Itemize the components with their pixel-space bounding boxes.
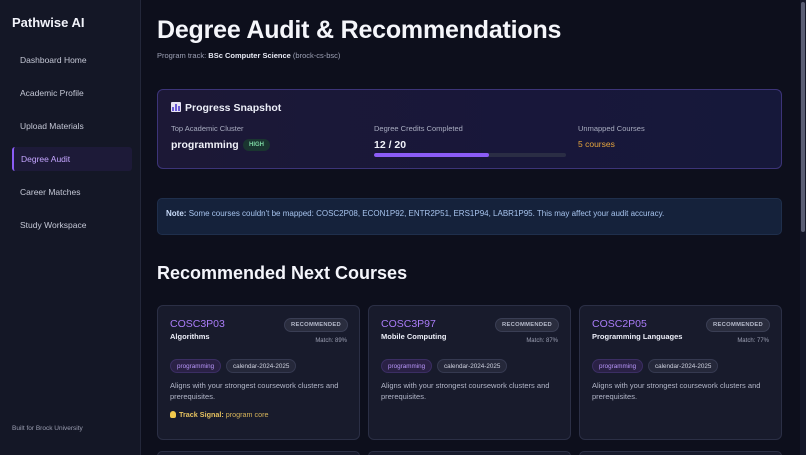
course-card-next-row (579, 451, 782, 455)
program-name: BSc Computer Science (208, 51, 291, 60)
unmapped-courses-note: Note: Some courses couldn't be mapped: C… (157, 198, 782, 235)
sidebar-item-dashboard-home[interactable]: Dashboard Home (12, 48, 132, 72)
course-name: Programming Languages (592, 332, 683, 341)
course-description: Aligns with your strongest coursework cl… (592, 381, 761, 401)
course-code[interactable]: COSC2P05 (592, 318, 647, 330)
match-score: Match: 87% (526, 338, 558, 344)
program-track: Program track: BSc Computer Science (bro… (157, 51, 340, 60)
course-code[interactable]: COSC3P03 (170, 318, 225, 330)
unmapped-label: Unmapped Courses (578, 124, 645, 133)
note-label: Note: (166, 209, 187, 218)
sidebar-item-upload-materials[interactable]: Upload Materials (12, 114, 132, 138)
recommended-badge: RECOMMENDED (706, 318, 770, 332)
page-scrollbar[interactable] (800, 0, 806, 455)
progress-snapshot-title: Progress Snapshot (171, 102, 281, 114)
course-card[interactable]: COSC2P05 Programming Languages RECOMMEND… (579, 305, 782, 440)
calendar-tag: calendar-2024-2025 (648, 359, 719, 373)
course-card-next-row (157, 451, 360, 455)
track-signal-value: program core (225, 410, 269, 419)
cluster-tag: programming (592, 359, 644, 373)
sidebar: Pathwise AI Dashboard Home Academic Prof… (0, 0, 141, 455)
progress-snapshot-panel: Progress Snapshot Top Academic Cluster p… (157, 89, 782, 169)
credits-progress-bar (374, 153, 566, 157)
cluster-tag: programming (381, 359, 433, 373)
sidebar-item-academic-profile[interactable]: Academic Profile (12, 81, 132, 105)
match-score: Match: 77% (737, 338, 769, 344)
course-name: Mobile Computing (381, 332, 447, 341)
credits-label: Degree Credits Completed (374, 124, 463, 133)
lightbulb-icon (170, 411, 176, 418)
cluster-label: Top Academic Cluster (171, 124, 244, 133)
program-id: (brock-cs-bsc) (292, 51, 341, 60)
cluster-value: programming (171, 139, 239, 151)
brand-logo[interactable]: Pathwise AI (12, 15, 84, 30)
bar-chart-icon (171, 102, 181, 112)
sidebar-footer: Built for Brock University (12, 425, 83, 432)
recommended-badge: RECOMMENDED (495, 318, 559, 332)
recommended-badge: RECOMMENDED (284, 318, 348, 332)
course-description: Aligns with your strongest coursework cl… (381, 381, 550, 401)
cluster-level-badge: HIGH (243, 139, 270, 151)
snapshot-title-text: Progress Snapshot (185, 102, 282, 114)
match-score: Match: 89% (315, 338, 347, 344)
scrollbar-thumb[interactable] (801, 2, 805, 232)
course-name: Algorithms (170, 332, 210, 341)
program-track-prefix: Program track: (157, 51, 207, 60)
calendar-tag: calendar-2024-2025 (226, 359, 297, 373)
credits-value: 12 / 20 (374, 139, 407, 151)
note-text: Some courses couldn't be mapped: COSC2P0… (188, 209, 665, 218)
sidebar-item-degree-audit[interactable]: Degree Audit (12, 147, 132, 171)
course-card-next-row (368, 451, 571, 455)
sidebar-item-study-workspace[interactable]: Study Workspace (12, 213, 132, 237)
sidebar-item-career-matches[interactable]: Career Matches (12, 180, 132, 204)
recommended-section-title: Recommended Next Courses (157, 263, 408, 283)
page-title: Degree Audit & Recommendations (157, 16, 562, 44)
unmapped-value: 5 courses (578, 139, 615, 149)
course-description: Aligns with your strongest coursework cl… (170, 381, 339, 401)
course-code[interactable]: COSC3P97 (381, 318, 436, 330)
course-card[interactable]: COSC3P03 Algorithms RECOMMENDED Match: 8… (157, 305, 360, 440)
calendar-tag: calendar-2024-2025 (437, 359, 508, 373)
credits-progress-fill (374, 153, 490, 157)
track-signal-label: Track Signal: (179, 410, 224, 419)
course-card[interactable]: COSC3P97 Mobile Computing RECOMMENDED Ma… (368, 305, 571, 440)
track-signal: Track Signal: program core (170, 410, 269, 419)
cluster-tag: programming (170, 359, 222, 373)
